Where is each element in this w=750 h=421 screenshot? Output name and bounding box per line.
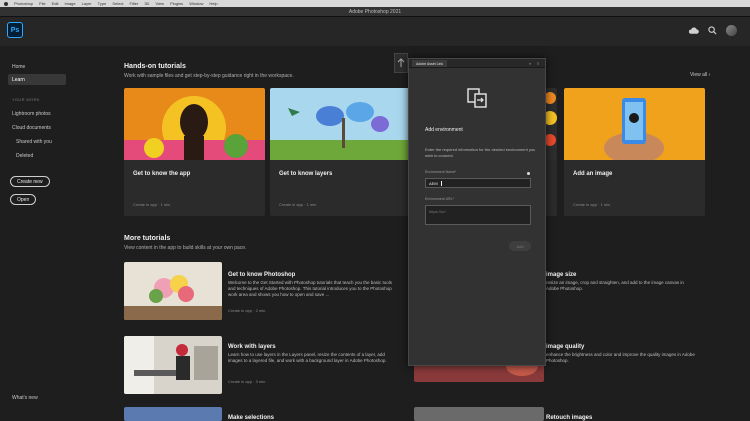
view-all-link[interactable]: View all › bbox=[690, 72, 710, 78]
tutorial-thumb-layers[interactable] bbox=[124, 336, 222, 394]
card-image-hummingbird bbox=[270, 88, 411, 160]
sidebar-item-whats-new[interactable]: What's new bbox=[8, 392, 66, 403]
add-button[interactable]: Add bbox=[509, 241, 531, 251]
env-url-input[interactable]: https://url bbox=[425, 205, 531, 225]
card-image-portrait bbox=[124, 88, 265, 160]
row-meta: Create in app · 3 min bbox=[228, 379, 266, 384]
tab-asset-link[interactable]: Adobe Asset Link bbox=[412, 60, 448, 67]
row-title[interactable]: Make selections bbox=[228, 415, 274, 421]
card-meta: Create in app · 1 min bbox=[279, 202, 317, 207]
chevron-right-icon: › bbox=[708, 72, 711, 78]
search-icon[interactable] bbox=[707, 26, 718, 35]
menu-image[interactable]: Image bbox=[65, 1, 76, 6]
asset-link-icon bbox=[467, 88, 487, 108]
card-meta: Create in app · 1 min bbox=[573, 202, 611, 207]
env-url-placeholder: https://url bbox=[429, 209, 446, 214]
panel-heading: Add environment bbox=[425, 127, 463, 133]
menu-3d[interactable]: 3D bbox=[144, 1, 149, 6]
panel-tabbar: Adobe Asset Link « ≡ bbox=[409, 59, 545, 68]
sidebar-item-learn[interactable]: Learn bbox=[8, 74, 66, 85]
menu-file[interactable]: File bbox=[39, 1, 45, 6]
env-name-label: Environment Name* bbox=[425, 170, 457, 174]
window-titlebar: Adobe Photoshop 2021 bbox=[0, 7, 750, 17]
tutorial-card[interactable]: Get to know the app Create in app · 1 mi… bbox=[124, 88, 265, 216]
window-title: Adobe Photoshop 2021 bbox=[348, 8, 402, 15]
handson-title: Hands-on tutorials bbox=[124, 63, 186, 70]
card-image-phone bbox=[564, 88, 705, 160]
row-meta: Create in app · 2 min bbox=[228, 308, 266, 313]
sidebar-item-cloud-documents[interactable]: Cloud documents bbox=[8, 122, 66, 133]
tutorial-card[interactable]: Get to know layers Create in app · 1 min bbox=[270, 88, 411, 216]
menu-filter[interactable]: Filter bbox=[129, 1, 138, 6]
tutorial-card[interactable]: Add an image Create in app · 1 min bbox=[564, 88, 705, 216]
link-icon bbox=[397, 58, 405, 67]
menu-help[interactable]: Help bbox=[209, 1, 217, 6]
flowers-thumb-art bbox=[124, 262, 222, 320]
open-button[interactable]: Open bbox=[10, 194, 37, 205]
cloud-icon[interactable] bbox=[688, 26, 699, 35]
panel-description: Enter the required information for the d… bbox=[425, 147, 536, 158]
menu-edit[interactable]: Edit bbox=[52, 1, 59, 6]
collapse-icon[interactable]: « bbox=[529, 61, 531, 66]
sidebar-item-home[interactable]: Home bbox=[8, 61, 66, 72]
tutorial-thumb-flowers[interactable] bbox=[124, 262, 222, 320]
menu-window[interactable]: Window bbox=[189, 1, 203, 6]
env-name-value: AEM bbox=[429, 180, 438, 186]
more-title: More tutorials bbox=[124, 235, 171, 242]
panel-dock-strip[interactable] bbox=[394, 53, 408, 73]
menu-photoshop[interactable]: Photoshop bbox=[14, 1, 33, 6]
apple-icon[interactable] bbox=[4, 1, 8, 6]
required-indicator bbox=[527, 172, 530, 175]
row-description: Welcome to the Get Started with Photosho… bbox=[228, 280, 393, 297]
panel-menu-icon[interactable]: ≡ bbox=[537, 61, 539, 66]
photoshop-logo[interactable]: Ps bbox=[7, 22, 23, 38]
card-title: Add an image bbox=[573, 171, 613, 177]
row-title[interactable]: image size bbox=[546, 272, 576, 278]
tutorial-thumb-selections[interactable] bbox=[124, 407, 222, 421]
row-title[interactable]: Retouch images bbox=[546, 415, 592, 421]
row-title[interactable]: Work with layers bbox=[228, 344, 276, 350]
card-title: Get to know the app bbox=[133, 171, 191, 177]
menu-plugins[interactable]: Plugins bbox=[170, 1, 183, 6]
row-title[interactable]: image quality bbox=[546, 344, 584, 350]
user-avatar[interactable] bbox=[726, 25, 737, 36]
menu-view[interactable]: View bbox=[155, 1, 164, 6]
create-new-button[interactable]: Create new bbox=[10, 176, 50, 187]
your-work-heading: YOUR WORK bbox=[12, 97, 40, 102]
menu-type[interactable]: Type bbox=[98, 1, 107, 6]
env-url-label: Environment URL* bbox=[425, 197, 454, 201]
text-cursor bbox=[440, 180, 442, 186]
row-description: Learn how to use layers in the Layers pa… bbox=[228, 352, 387, 363]
row-description: enhance the brightness and color and imp… bbox=[546, 352, 695, 363]
asset-link-panel: Adobe Asset Link « ≡ Add environment Ent… bbox=[408, 58, 546, 366]
menu-layer[interactable]: Layer bbox=[82, 1, 92, 6]
row-title[interactable]: Get to know Photoshop bbox=[228, 272, 295, 278]
layers-thumb-art bbox=[124, 336, 222, 394]
view-all-label: View all bbox=[690, 72, 708, 78]
handson-subtitle: Work with sample files and get step-by-s… bbox=[124, 73, 294, 79]
sidebar-item-deleted[interactable]: Deleted bbox=[12, 150, 70, 161]
sidebar-item-lightroom[interactable]: Lightroom photos bbox=[8, 108, 66, 119]
env-name-input[interactable]: AEM bbox=[425, 178, 531, 188]
sidebar: Home Learn YOUR WORK Lightroom photos Cl… bbox=[0, 46, 78, 421]
tutorial-thumb-retouch[interactable] bbox=[414, 407, 544, 421]
card-meta: Create in app · 1 min bbox=[133, 202, 171, 207]
app-header: Ps bbox=[0, 17, 750, 46]
mac-menubar: Photoshop File Edit Image Layer Type Sel… bbox=[0, 0, 750, 7]
menu-select[interactable]: Select bbox=[112, 1, 123, 6]
sidebar-item-shared[interactable]: Shared with you bbox=[12, 136, 70, 147]
more-subtitle: View content in the app to build skills … bbox=[124, 245, 247, 251]
row-description: resize an image, crop and straighten, an… bbox=[546, 280, 684, 291]
card-title: Get to know layers bbox=[279, 171, 333, 177]
